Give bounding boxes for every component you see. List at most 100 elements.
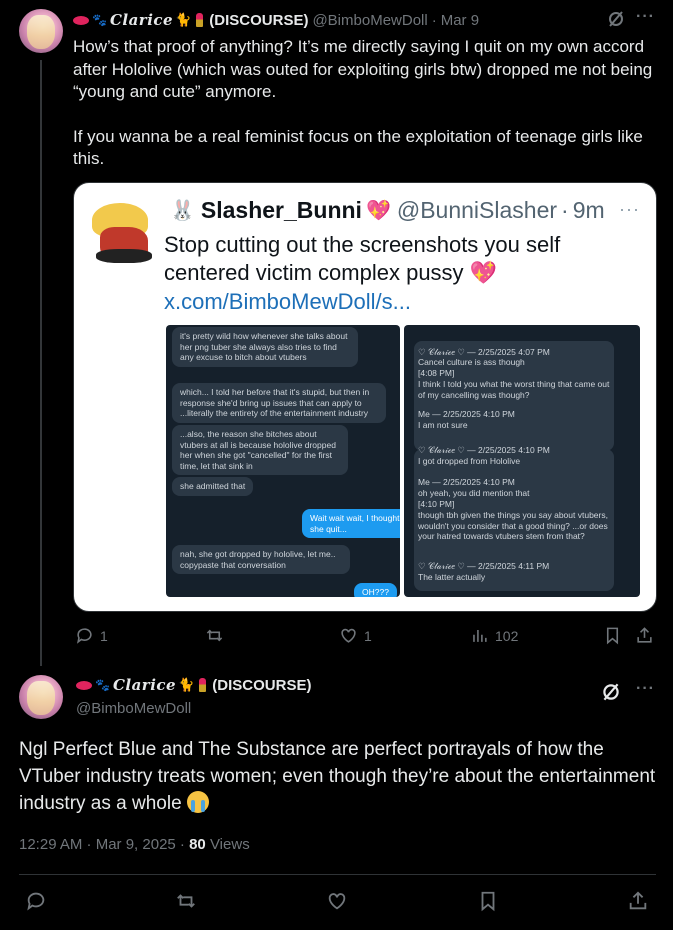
paw-icon: 🐾 (95, 678, 110, 692)
reply-icon (27, 892, 45, 911)
chat-bubble: OH??? (354, 583, 397, 597)
reply-button[interactable] (25, 890, 47, 912)
crying-face-icon (186, 791, 209, 813)
views-count: 102 (495, 627, 519, 644)
chat-bubble: nah, she got dropped by hololive, let me… (172, 545, 350, 574)
chat-line: I am not sure (418, 420, 468, 430)
chat-line: ♡ 𝒞𝓁𝒶𝓇𝒾𝒸𝑒 ♡ — 2/25/2025 4:10 PM (418, 445, 550, 455)
reply-button[interactable]: 1 (75, 626, 108, 645)
divider (19, 874, 656, 875)
post-header: 🐾 Clarice 🐈 (DISCOURSE) (76, 676, 311, 694)
chat-line: ♡ 𝒞𝓁𝒶𝓇𝒾𝒸𝑒 ♡ — 2/25/2025 4:11 PM (418, 561, 550, 571)
views-label: Views (205, 836, 250, 853)
chat-bubble: Wait wait wait, I thought it was because… (302, 509, 400, 538)
name-emoji-decoration: 🐾 Clarice 🐈 (76, 676, 209, 694)
quoted-text: Stop cutting out the screenshots you sel… (164, 231, 634, 287)
repost-icon (206, 629, 223, 642)
quoted-post-header: 🐰 Slasher_Bunni 💖 @BunniSlasher · 9m (170, 197, 605, 224)
fancy-name: Clarice (112, 676, 177, 694)
chat-bubble: ...also, the reason she bitches about vt… (172, 425, 348, 475)
more-icon[interactable]: ··· (636, 680, 655, 698)
quoted-time: 9m (572, 197, 605, 223)
quoted-display-name: Slasher_Bunni (200, 197, 362, 223)
chat-line: I got dropped from Hololive (418, 456, 521, 466)
display-name[interactable]: (DISCOURSE) (209, 12, 308, 29)
bookmark-button[interactable] (603, 626, 622, 645)
bookmark-button[interactable] (477, 890, 499, 912)
reply-icon (76, 628, 92, 644)
post-actions: 1 1 102 (73, 626, 657, 648)
thread-line (40, 60, 42, 666)
post-text: How’s that proof of anything? It’s me di… (73, 36, 663, 171)
repost-button[interactable] (205, 626, 230, 645)
chat-bubble: which... I told her before that it's stu… (172, 383, 386, 423)
author-avatar[interactable] (19, 675, 63, 719)
fancy-name: Clarice (109, 11, 174, 29)
lips-icon (76, 680, 92, 690)
grok-icon[interactable] (600, 681, 622, 708)
reply-count: 1 (100, 627, 108, 644)
heart-icon (341, 628, 356, 643)
post-text: Ngl Perfect Blue and The Substance are p… (19, 736, 659, 817)
post-paragraph: How’s that proof of anything? It’s me di… (73, 37, 653, 101)
quoted-text-body: Stop cutting out the screenshots you sel… (164, 232, 561, 285)
views-icon (473, 629, 487, 642)
chat-line: Cancel culture is ass though (418, 357, 525, 367)
lipstick-icon (199, 678, 207, 692)
quoted-post-card[interactable]: 🐰 Slasher_Bunni 💖 @BunniSlasher · 9m ···… (73, 182, 657, 612)
name-emoji-decoration: 🐾 Clarice 🐈 (73, 11, 206, 29)
chat-line: [4:08 PM] (418, 368, 455, 378)
post-time[interactable]: Mar 9 (441, 12, 479, 29)
more-icon[interactable]: ··· (636, 8, 655, 26)
chat-line: I think I told you what the worst thing … (418, 379, 610, 400)
like-button[interactable]: 1 (339, 626, 372, 645)
author-handle[interactable]: @BimboMewDoll (76, 700, 191, 717)
heart-icon (328, 893, 346, 910)
screenshot-chat-left: it's pretty wild how whenever she talks … (166, 325, 400, 597)
grok-icon[interactable] (606, 9, 626, 34)
black-cat-icon: 🐈 (178, 677, 195, 692)
chat-line: [4:10 PM] (418, 499, 455, 509)
quoted-handle: @BunniSlasher (396, 197, 558, 223)
black-cat-icon: 🐈 (175, 12, 192, 27)
like-button[interactable] (326, 890, 348, 912)
author-avatar[interactable] (19, 9, 63, 53)
separator: · (431, 11, 437, 29)
repost-button[interactable] (175, 890, 197, 912)
chat-bubble: it's pretty wild how whenever she talks … (172, 327, 358, 367)
post-meta: 12:29 AM · Mar 9, 2025 · 80 Views (19, 836, 250, 853)
screenshot-chat-right: ♡ 𝒞𝓁𝒶𝓇𝒾𝒸𝑒 ♡ — 2/25/2025 4:07 PM Cancel c… (404, 325, 640, 597)
post-paragraph: If you wanna be a real feminist focus on… (73, 126, 643, 169)
views-count: 80 (189, 836, 206, 853)
bookmark-icon (481, 891, 495, 912)
post-header: 🐾 Clarice 🐈 (DISCOURSE) @BimboMewDoll · … (73, 11, 479, 29)
more-icon: ··· (619, 199, 640, 219)
repost-icon (177, 894, 195, 908)
sparkling-heart-icon: 💖 (469, 260, 498, 285)
share-button[interactable] (627, 890, 649, 912)
lipstick-icon (196, 13, 204, 27)
display-name[interactable]: (DISCOURSE) (212, 677, 311, 694)
quoted-link: x.com/BimboMewDoll/s... (164, 289, 411, 314)
quoted-author-avatar (86, 199, 160, 269)
chat-bubble: she admitted that (172, 477, 254, 496)
paw-icon: 🐾 (92, 13, 107, 27)
separator: · (561, 197, 569, 223)
views-button[interactable]: 102 (470, 626, 518, 645)
like-count: 1 (364, 627, 372, 644)
share-button[interactable] (635, 626, 654, 645)
chat-line: Me — 2/25/2025 4:10 PM (418, 409, 515, 419)
post-text-body: Ngl Perfect Blue and The Substance are p… (19, 739, 656, 814)
post-timestamp[interactable]: 12:29 AM · Mar 9, 2025 · (19, 836, 189, 853)
share-icon (629, 891, 647, 910)
post-actions (19, 890, 656, 914)
chat-line: ♡ 𝒞𝓁𝒶𝓇𝒾𝒸𝑒 ♡ — 2/25/2025 4:07 PM (418, 347, 550, 357)
chat-line: The latter actually (418, 572, 486, 582)
chat-line: Me — 2/25/2025 4:10 PM (418, 477, 515, 487)
chat-line: oh yeah, you did mention that (418, 488, 530, 498)
chat-line: though tbh given the things you say abou… (418, 510, 608, 541)
bookmark-icon (606, 627, 619, 645)
author-handle[interactable]: @BimboMewDoll (312, 12, 427, 29)
share-icon (637, 627, 652, 643)
lips-icon (73, 15, 89, 25)
